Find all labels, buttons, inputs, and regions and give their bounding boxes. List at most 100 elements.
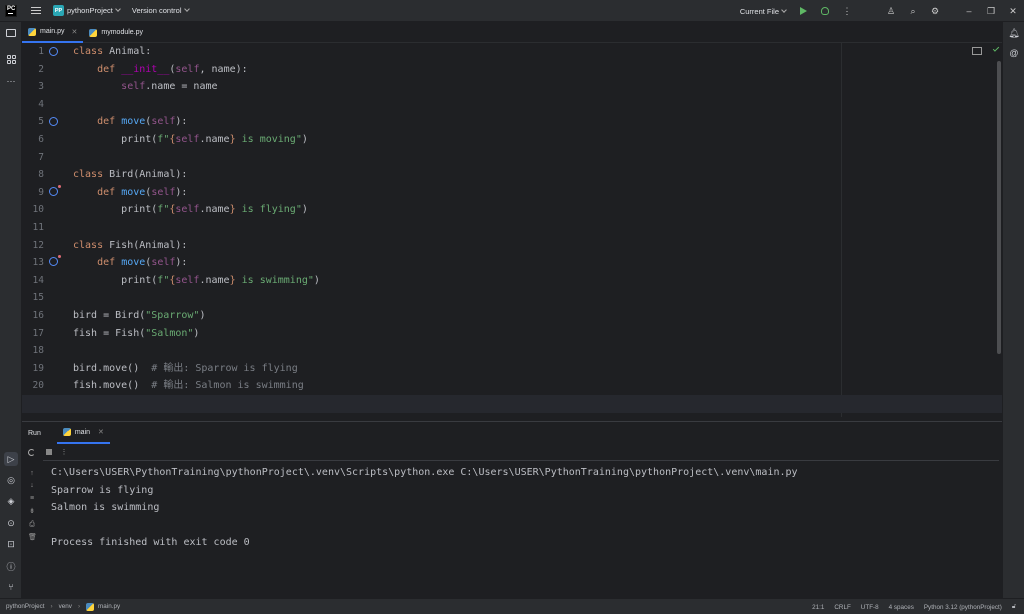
run-tab-main[interactable]: main ✕	[56, 422, 110, 444]
breadcrumb-project[interactable]: pythonProject	[6, 603, 45, 610]
main-menu-icon[interactable]	[31, 7, 41, 14]
structure-tool-button[interactable]	[4, 52, 18, 66]
run-button[interactable]	[792, 0, 814, 22]
gutter-overriding-icon[interactable]	[49, 185, 61, 196]
no-problems-check-icon[interactable]	[992, 45, 1000, 52]
chevron-right-icon: ›	[50, 603, 53, 610]
services-icon: ⊙	[7, 517, 15, 528]
clear-all-button[interactable]: 🗑︎	[28, 534, 37, 542]
project-tool-button[interactable]	[4, 26, 18, 40]
project-selector[interactable]: pythonProject	[67, 6, 121, 15]
stop-button[interactable]	[46, 449, 54, 457]
python-interpreter[interactable]: Python 3.12 (pythonProject)	[924, 604, 1002, 611]
python-file-icon	[86, 602, 95, 611]
code-editor[interactable]: 1 2 3 4 5 6 7 8 9 10 11 12 13 14 15 16 1…	[22, 43, 1002, 417]
more-tools-button[interactable]: ···	[4, 74, 18, 88]
gutter-overridden-icon[interactable]	[49, 117, 58, 126]
ai-assistant-button[interactable]: @	[1007, 46, 1021, 60]
code-line: print(f"{self.name} is moving")	[73, 134, 308, 145]
search-everywhere-button[interactable]: ⌕	[902, 0, 924, 22]
chevron-down-icon	[183, 6, 190, 12]
run-tool-button[interactable]: ▷	[4, 452, 18, 466]
settings-button[interactable]: ⚙	[924, 0, 946, 22]
line-separator[interactable]: CRLF	[834, 604, 850, 611]
gutter-subclassed-icon[interactable]	[49, 47, 58, 56]
python-file-icon	[89, 28, 98, 37]
code-line: class Animal:	[73, 46, 152, 57]
python-packages-button[interactable]: ◎	[4, 473, 18, 487]
rerun-button[interactable]	[28, 449, 36, 457]
more-actions-button[interactable]: ⋮	[836, 0, 858, 22]
right-margin-guide	[841, 43, 842, 417]
close-tab-icon[interactable]: ✕	[98, 428, 104, 436]
line-number: 5	[38, 116, 44, 128]
debug-button[interactable]	[814, 0, 836, 22]
print-button[interactable]: ⎙	[28, 521, 36, 529]
left-tool-strip: ··· ▷ ◎ ◈ ⊙ ⊡ ⓘ ⑂	[0, 22, 22, 598]
ai-assistant-icon: @	[1009, 48, 1019, 58]
run-config-selector[interactable]: Current File	[740, 7, 787, 16]
git-tool-button[interactable]: ⑂	[4, 580, 18, 594]
close-tab-icon[interactable]: ✕	[72, 28, 78, 36]
python-file-icon	[62, 428, 71, 436]
code-line: fish = Fish("Salmon")	[73, 327, 200, 339]
breadcrumb-folder[interactable]: venv	[59, 603, 72, 610]
scroll-up-button[interactable]: ↑	[28, 470, 36, 478]
code-line: class Fish(Animal):	[73, 239, 188, 251]
layers-tool-button[interactable]: ◈	[4, 494, 18, 508]
vcs-widget[interactable]: Version control	[132, 6, 190, 15]
tab-main-py[interactable]: main.py ✕	[22, 22, 84, 43]
code-line: bird = Bird("Sparrow")	[73, 310, 206, 321]
caret-position[interactable]: 21:1	[812, 604, 824, 611]
restore-button[interactable]: ❐	[980, 0, 1002, 22]
soft-wrap-button[interactable]: ≡	[28, 495, 36, 503]
tab-mymodule-py[interactable]: mymodule.py	[83, 22, 149, 43]
breadcrumb-file[interactable]: main.py	[98, 603, 120, 610]
minimize-button[interactable]: –	[958, 0, 980, 22]
console-output[interactable]: C:\Users\USER\PythonTraining\pythonProje…	[43, 460, 999, 598]
restore-icon: ❐	[986, 5, 996, 16]
rerun-icon	[28, 449, 35, 456]
right-tool-strip: 🔔︎ @	[1002, 22, 1024, 598]
lock-icon[interactable]: 🔓︎	[1012, 603, 1016, 611]
project-badge: PP	[53, 5, 64, 16]
gutter-overriding-icon[interactable]	[49, 255, 61, 266]
services-tool-button[interactable]: ⊙	[4, 516, 18, 530]
code-line: fish.move() # 輸出: Salmon is swimming	[73, 380, 304, 392]
git-branch-icon: ⑂	[8, 582, 14, 592]
more-run-actions[interactable]: ⋮	[60, 449, 68, 457]
console-line: C:\Users\USER\PythonTraining\pythonProje…	[51, 467, 798, 478]
notifications-button[interactable]: 🔔︎	[1007, 26, 1021, 40]
line-number: 1	[38, 46, 44, 57]
search-icon: ⌕	[910, 5, 916, 16]
code-line: def __init__(self, name):	[97, 63, 248, 75]
line-number: 3	[38, 81, 44, 93]
code-with-me-button[interactable]: ♙	[880, 0, 902, 22]
code-area[interactable]: class Animal: def __init__(self, name): …	[22, 43, 1002, 417]
arrow-up-icon: ↑	[30, 470, 34, 477]
title-bar: PC PP pythonProject Version control Curr…	[0, 0, 1024, 22]
terminal-tool-button[interactable]: ⊡	[4, 537, 18, 551]
more-vertical-icon: ⋮	[842, 5, 852, 16]
ide-window: PC PP pythonProject Version control Curr…	[0, 0, 1024, 614]
scroll-to-end-button[interactable]: ⇟	[28, 508, 36, 516]
line-number: 2	[38, 63, 44, 75]
status-bar: pythonProject › venv › main.py 21:1 CRLF…	[0, 598, 1024, 614]
pycharm-logo-icon: PC	[5, 4, 17, 17]
structure-icon	[6, 54, 16, 64]
breadcrumb: pythonProject › venv › main.py	[6, 602, 120, 611]
reader-mode-icon[interactable]	[972, 47, 982, 55]
run-tab-label: main	[74, 428, 91, 436]
line-number: 4	[38, 98, 44, 110]
more-vertical-icon: ⋮	[60, 449, 68, 456]
file-encoding[interactable]: UTF-8	[861, 604, 879, 611]
code-line: bird.move() # 輸出: Sparrow is flying	[73, 362, 298, 374]
indent-setting[interactable]: 4 spaces	[889, 604, 914, 611]
close-button[interactable]: ✕	[1002, 0, 1024, 22]
editor-scrollbar[interactable]	[997, 61, 1001, 354]
scroll-down-button[interactable]: ↓	[28, 482, 36, 490]
problems-tool-button[interactable]: ⓘ	[4, 559, 18, 573]
packages-icon: ◎	[7, 474, 15, 485]
code-line: class Bird(Animal):	[73, 169, 188, 181]
terminal-icon: ⊡	[7, 538, 15, 549]
